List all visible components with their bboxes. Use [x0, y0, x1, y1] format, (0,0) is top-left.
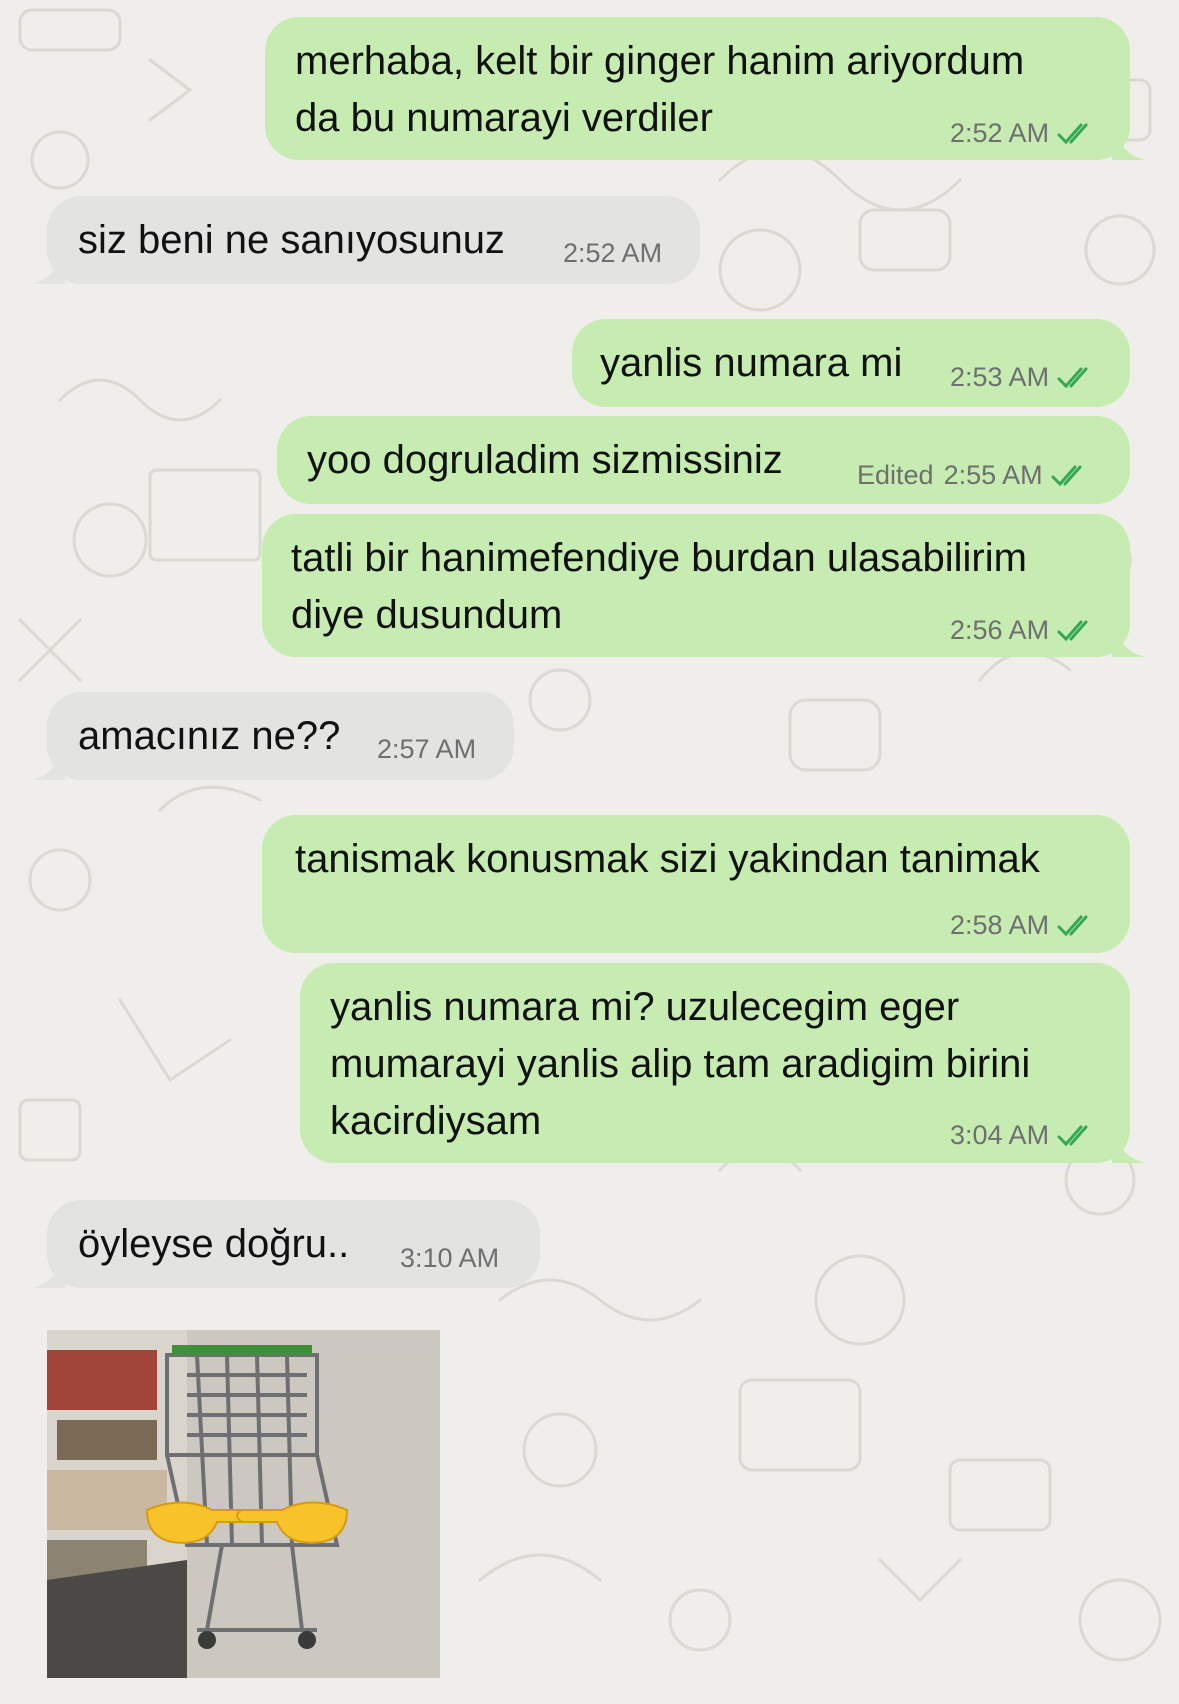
- message-meta: 2:57 AM: [377, 734, 476, 765]
- message-line: amacınız ne??: [78, 714, 341, 758]
- double-check-icon: [1057, 620, 1088, 641]
- timestamp: 3:04 AM: [950, 1120, 1050, 1150]
- timestamp: 2:53 AM: [950, 362, 1050, 392]
- message-meta: 2:52 AM: [950, 118, 1095, 149]
- double-check-icon: [1057, 915, 1088, 936]
- message-meta: 3:04 AM: [950, 1120, 1095, 1151]
- message-text: amacınız ne??: [78, 708, 340, 765]
- bubble-tail: [1112, 126, 1146, 160]
- message-meta: 2:58 AM: [950, 910, 1095, 941]
- timestamp: 2:56 AM: [950, 615, 1050, 645]
- message-meta: 2:52 AM: [563, 238, 662, 269]
- bubble-tail: [1112, 1129, 1146, 1163]
- double-check-icon: [1057, 367, 1088, 388]
- message-line: mumarayi yanlis alip tam aradigim birini: [330, 1042, 1031, 1086]
- message-line: yoo dogruladim sizmissiniz: [307, 438, 783, 482]
- message-line: öyleyse doğru..: [78, 1222, 350, 1266]
- bubble-tail: [31, 746, 65, 780]
- edited-label: Edited: [857, 460, 934, 490]
- image-message[interactable]: [47, 1330, 440, 1678]
- double-check-icon: [1057, 1125, 1088, 1146]
- message-line: yanlis numara mi? uzulecegim eger: [330, 985, 960, 1029]
- bubble-tail: [1112, 623, 1146, 657]
- shopping-cart-pointing-hands-image: [47, 1330, 440, 1678]
- message-line: yanlis numara mi: [600, 341, 903, 385]
- timestamp: 2:58 AM: [950, 910, 1050, 940]
- timestamp: 2:57 AM: [377, 734, 477, 764]
- message-text: yanlis numara mi? uzulecegim eger mumaray…: [330, 979, 1030, 1150]
- timestamp: 2:52 AM: [950, 118, 1050, 148]
- message-text: merhaba, kelt bir ginger hanim ariyordum…: [295, 33, 1024, 147]
- message-meta: 2:56 AM: [950, 615, 1095, 646]
- message-line: diye dusundum: [291, 593, 563, 637]
- double-check-icon: [1057, 123, 1088, 144]
- message-meta: 3:10 AM: [400, 1243, 499, 1274]
- message-meta: 2:53 AM: [950, 362, 1095, 393]
- message-line: kacirdiysam: [330, 1099, 542, 1143]
- message-line: da bu numarayi verdiler: [295, 96, 713, 140]
- message-line: siz beni ne sanıyosunuz: [78, 218, 505, 262]
- message-line: merhaba, kelt bir ginger hanim ariyordum: [295, 39, 1025, 83]
- message-line: tatli bir hanimefendiye burdan ulasabili…: [291, 536, 1027, 580]
- timestamp: 2:52 AM: [563, 238, 663, 268]
- message-text: tanismak konusmak sizi yakindan tanimak: [295, 831, 1040, 888]
- message-text: siz beni ne sanıyosunuz: [78, 212, 505, 269]
- timestamp: 3:10 AM: [400, 1243, 500, 1273]
- bubble-tail: [31, 250, 65, 284]
- bubble-tail: [31, 1254, 65, 1288]
- message-text: tatli bir hanimefendiye burdan ulasabili…: [291, 530, 1027, 644]
- double-check-icon: [1051, 465, 1082, 486]
- message-text: yanlis numara mi: [600, 335, 902, 392]
- message-text: yoo dogruladim sizmissiniz: [307, 432, 783, 489]
- message-line: tanismak konusmak sizi yakindan tanimak: [295, 837, 1040, 881]
- message-text: öyleyse doğru..: [78, 1216, 349, 1273]
- message-meta: Edited 2:55 AM: [857, 460, 1089, 491]
- timestamp: 2:55 AM: [943, 460, 1043, 490]
